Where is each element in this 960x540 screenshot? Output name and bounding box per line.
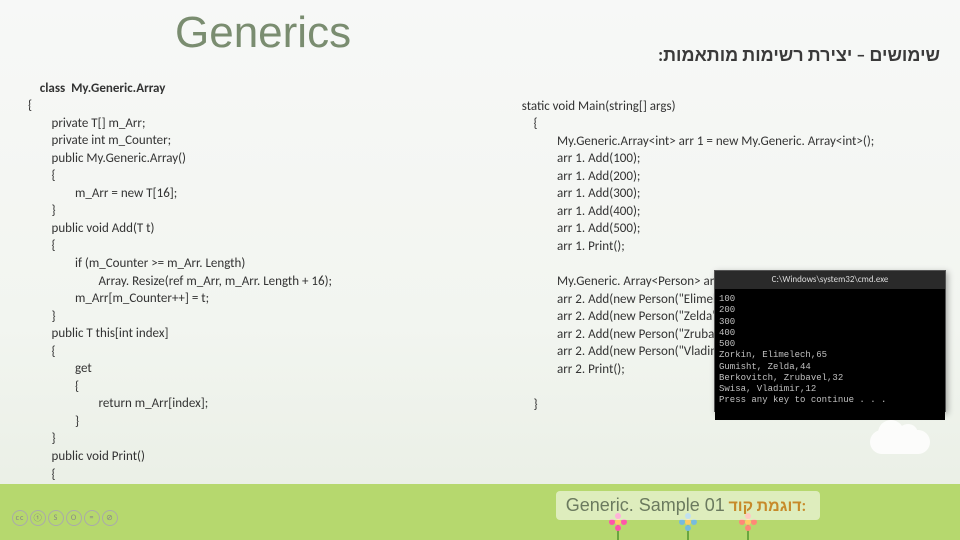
console-window: C:\Windows\system32\cmd.exe 100 200 300 …: [714, 270, 946, 412]
cc-icon: cc: [12, 510, 28, 526]
license-badges: cc①SO=⊘: [12, 510, 120, 526]
cc-icon: =: [84, 510, 100, 526]
cc-icon: ⊘: [102, 510, 118, 526]
cc-icon: O: [66, 510, 82, 526]
page-title: Generics: [175, 8, 351, 58]
footer-caption: Generic. Sample 01 דוגמת קוד:: [556, 491, 820, 520]
left-code-block: class My.Generic.Array { private T[] m_A…: [28, 62, 508, 540]
cloud-icon: [870, 430, 930, 454]
cc-icon: S: [48, 510, 64, 526]
subtitle: שימושים – יצירת רשימות מותאמות:: [658, 44, 940, 66]
console-output: 100 200 300 400 500 Zorkin, Elimelech,65…: [715, 290, 945, 420]
cc-icon: ①: [30, 510, 46, 526]
console-titlebar: C:\Windows\system32\cmd.exe: [715, 271, 945, 290]
footer-sample-name: Generic. Sample 01: [566, 495, 725, 515]
slide: Generics שימושים – יצירת רשימות מותאמות:…: [0, 0, 960, 540]
code-text: class My.Generic.Array { private T[] m_A…: [28, 81, 332, 540]
footer-hebrew-label: דוגמת קוד:: [728, 497, 806, 516]
